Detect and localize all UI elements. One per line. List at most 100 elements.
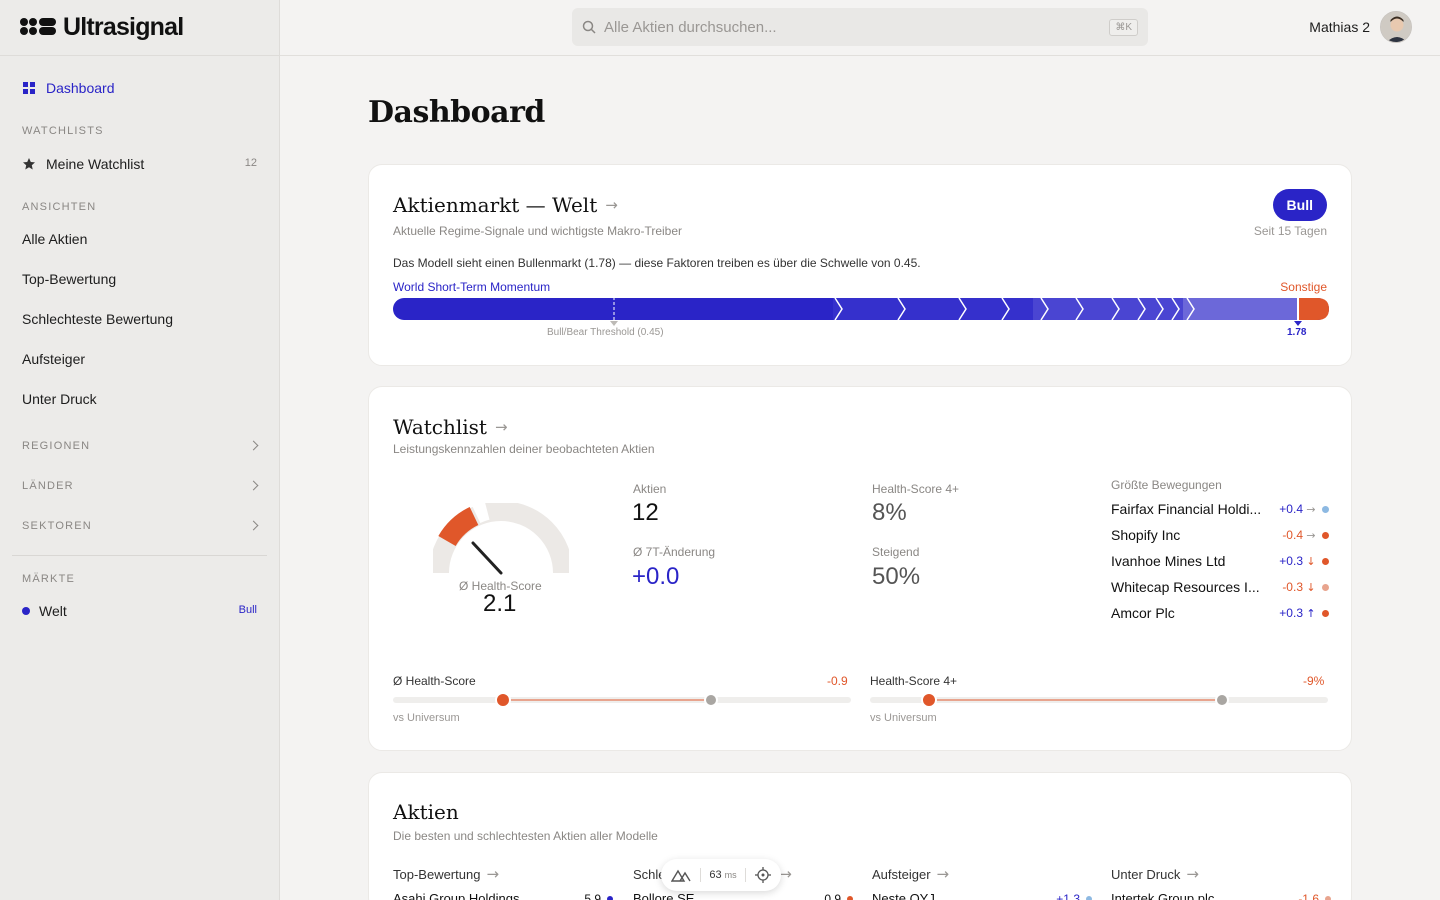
move-row[interactable]: Amcor Plc +0.3 ↑ bbox=[1111, 604, 1329, 622]
section-sectors[interactable]: SEKTOREN bbox=[22, 520, 92, 532]
user-menu[interactable]: Mathias 2 bbox=[1309, 11, 1412, 43]
move-delta: +0.4 bbox=[1279, 502, 1303, 516]
stock-value: 5.9 bbox=[584, 891, 601, 900]
stat-health4-value: 8% bbox=[872, 499, 907, 526]
stat-stocks-label: Aktien bbox=[633, 482, 667, 496]
watchlist-card-title[interactable]: Watchlist → bbox=[393, 415, 508, 439]
factor-bar[interactable] bbox=[393, 297, 1329, 327]
arrow-right-icon: → bbox=[494, 418, 508, 436]
status-dot-icon bbox=[1322, 505, 1329, 513]
stat-rising-value: 50% bbox=[872, 563, 921, 590]
regime-badge: Bull bbox=[1272, 189, 1327, 221]
sidebar-item-label: Meine Watchlist bbox=[46, 156, 145, 172]
sidebar-divider bbox=[0, 55, 280, 56]
column-risers[interactable]: Aufsteiger → bbox=[872, 865, 949, 883]
health-gauge bbox=[433, 503, 569, 575]
status-dot-icon bbox=[1322, 609, 1329, 617]
biggest-moves-title: Größte Bewegungen bbox=[1111, 478, 1222, 492]
topbar-divider bbox=[280, 55, 1440, 56]
move-row[interactable]: Shopify Inc -0.4 → bbox=[1111, 526, 1329, 544]
status-dot-icon bbox=[1086, 895, 1092, 900]
arrow-up-icon: ↑ bbox=[1306, 606, 1316, 620]
sidebar-item-all-stocks[interactable]: Alle Aktien bbox=[22, 231, 87, 247]
sidebar-item-risers[interactable]: Aufsteiger bbox=[22, 351, 85, 367]
section-countries[interactable]: LÄNDER bbox=[22, 480, 74, 492]
star-icon bbox=[23, 158, 35, 170]
stocks-card-title[interactable]: Aktien bbox=[393, 800, 459, 824]
watchlist-count: 12 bbox=[244, 157, 257, 169]
list-item[interactable]: Bollore SE 0.9 bbox=[633, 891, 853, 900]
column-under-pressure[interactable]: Unter Druck → bbox=[1111, 865, 1199, 883]
list-item[interactable]: Asahi Group Holdings 5.9 bbox=[393, 891, 613, 900]
search-placeholder: Alle Aktien durchsuchen... bbox=[604, 18, 777, 36]
divider bbox=[745, 868, 747, 882]
move-row[interactable]: Ivanhoe Mines Ltd +0.3 ↓ bbox=[1111, 552, 1329, 570]
move-delta: -0.4 bbox=[1282, 528, 1303, 542]
sidebar-item-under-pressure[interactable]: Unter Druck bbox=[22, 391, 97, 407]
status-dot-icon bbox=[607, 895, 613, 900]
market-card-subtitle: Aktuelle Regime-Signale und wichtigste M… bbox=[393, 224, 683, 238]
column-title: Aufsteiger bbox=[872, 866, 931, 882]
crosshair-icon[interactable] bbox=[754, 867, 771, 883]
app-name: Ultrasignal bbox=[63, 12, 184, 41]
search-input[interactable]: Alle Aktien durchsuchen... ⌘K bbox=[572, 8, 1148, 46]
column-title: Unter Druck bbox=[1111, 866, 1181, 882]
arrow-down-icon: ↓ bbox=[1306, 580, 1316, 594]
list-item[interactable]: Neste OYJ +1.3 bbox=[872, 891, 1092, 900]
divider bbox=[699, 868, 701, 882]
sidebar: Ultrasignal Dashboard WATCHLISTS Meine W… bbox=[0, 0, 280, 900]
stat-rising-label: Steigend bbox=[872, 545, 920, 559]
column-top-rating[interactable]: Top-Bewertung → bbox=[393, 865, 499, 883]
slider-health4-label: Health-Score 4+ bbox=[870, 674, 958, 688]
stocks-card-subtitle: Die besten und schlechtesten Aktien alle… bbox=[393, 829, 658, 843]
sidebar-item-worst-rating[interactable]: Schlechteste Bewertung bbox=[22, 311, 173, 327]
factor-left-label: World Short-Term Momentum bbox=[393, 280, 551, 294]
page-title: Dashboard bbox=[368, 95, 545, 130]
stocks-card: Aktien Die besten und schlechtesten Akti… bbox=[368, 772, 1352, 900]
score-label: 1.78 bbox=[1287, 327, 1307, 338]
factor-right-label: Sonstige bbox=[1280, 280, 1327, 294]
threshold-marker bbox=[610, 321, 618, 326]
app-logo[interactable]: Ultrasignal bbox=[20, 12, 184, 41]
avatar[interactable] bbox=[1380, 11, 1412, 43]
status-dot-icon bbox=[1322, 583, 1329, 591]
stock-value: +1.3 bbox=[1056, 891, 1080, 900]
slider-health-sub: vs Universum bbox=[393, 712, 460, 724]
arrow-right-icon: → bbox=[1186, 865, 1199, 883]
factor-segment-other bbox=[1298, 298, 1329, 320]
sidebar-item-top-rating[interactable]: Top-Bewertung bbox=[22, 271, 116, 287]
chevron-right-icon[interactable] bbox=[248, 520, 259, 531]
market-regime-card: Aktienmarkt — Welt → Aktuelle Regime-Sig… bbox=[368, 164, 1352, 366]
sidebar-item-watchlist[interactable]: Meine Watchlist bbox=[22, 156, 144, 172]
perf-widget[interactable]: 63 ms bbox=[661, 859, 781, 891]
move-name: Ivanhoe Mines Ltd bbox=[1111, 553, 1226, 569]
threshold-label: Bull/Bear Threshold (0.45) bbox=[547, 327, 664, 338]
stock-value: 0.9 bbox=[824, 891, 841, 900]
move-row[interactable]: Fairfax Financial Holdi... +0.4 → bbox=[1111, 500, 1329, 518]
market-dot-icon bbox=[22, 607, 30, 615]
card-title-text: Watchlist bbox=[393, 415, 487, 439]
slider-health-delta: -0.9 bbox=[827, 674, 848, 688]
arrow-right-icon: → bbox=[605, 196, 618, 214]
slider-health4-sub: vs Universum bbox=[870, 712, 937, 724]
chevron-right-icon[interactable] bbox=[248, 440, 259, 451]
sidebar-item-market-world[interactable]: Welt bbox=[22, 603, 67, 619]
section-watchlists: WATCHLISTS bbox=[22, 125, 104, 137]
market-card-title[interactable]: Aktienmarkt — Welt → bbox=[393, 193, 618, 217]
arrow-right-icon: → bbox=[486, 865, 500, 883]
status-dot-icon bbox=[1322, 557, 1329, 565]
stock-name: Asahi Group Holdings bbox=[393, 891, 520, 900]
sidebar-item-dashboard[interactable]: Dashboard bbox=[22, 80, 115, 96]
shortcut-badge: ⌘K bbox=[1109, 18, 1138, 36]
stock-name: Intertek Group plc bbox=[1111, 891, 1215, 900]
list-item[interactable]: Intertek Group plc -1.6 bbox=[1111, 891, 1331, 900]
status-dot-icon bbox=[1322, 531, 1329, 539]
move-row[interactable]: Whitecap Resources I... -0.3 ↓ bbox=[1111, 578, 1329, 596]
logo-icon bbox=[20, 18, 57, 36]
arrow-down-icon: ↓ bbox=[1306, 554, 1316, 568]
section-regions[interactable]: REGIONEN bbox=[22, 440, 90, 452]
chevron-right-icon[interactable] bbox=[248, 480, 259, 491]
slider-health bbox=[393, 692, 851, 708]
render-time: 63 ms bbox=[709, 869, 736, 881]
column-title: Top-Bewertung bbox=[393, 866, 481, 882]
